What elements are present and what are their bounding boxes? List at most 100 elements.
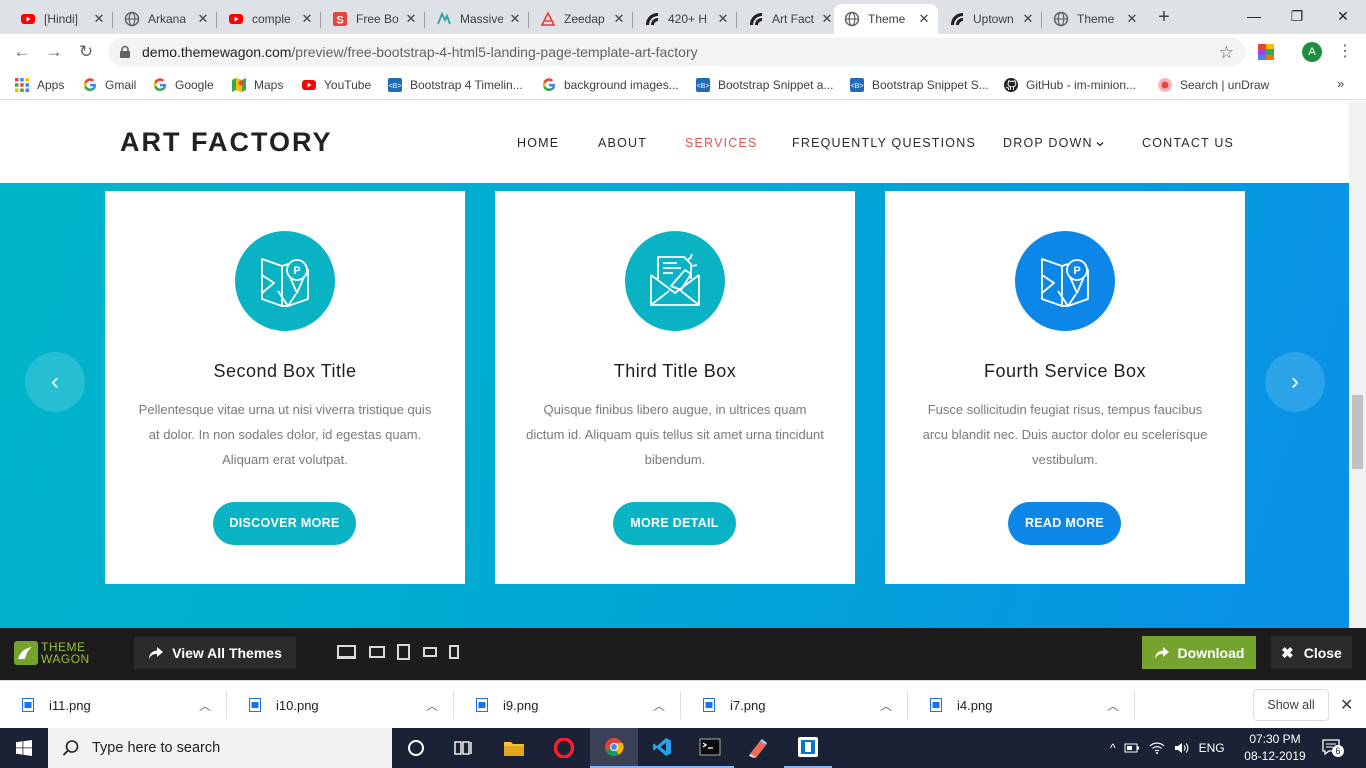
browser-tab[interactable]: 420+ H ✕ — [634, 4, 737, 34]
bookmark-gmail[interactable]: Gmail — [82, 76, 136, 94]
read-more-button[interactable]: READ MORE — [1008, 502, 1121, 545]
close-tab-icon[interactable]: ✕ — [195, 11, 211, 27]
browser-tab[interactable]: Art Fact ✕ — [738, 4, 841, 34]
bookmark-github[interactable]: GitHub - im-minion... — [1003, 76, 1136, 94]
scrollbar-thumb[interactable] — [1352, 395, 1363, 469]
download-item[interactable]: i4.png ︿ — [908, 681, 1135, 729]
download-item[interactable]: i7.png ︿ — [681, 681, 908, 729]
download-button[interactable]: Download — [1142, 636, 1256, 669]
terminal-icon[interactable] — [686, 728, 734, 768]
site-logo[interactable]: ART FACTORY — [120, 127, 333, 158]
task-view-icon[interactable] — [440, 728, 488, 768]
color-extension-icon[interactable] — [1258, 44, 1274, 60]
nav-services[interactable]: SERVICES — [685, 136, 758, 150]
close-tab-icon[interactable]: ✕ — [916, 11, 932, 27]
more-detail-button[interactable]: MORE DETAIL — [613, 502, 736, 545]
bookmark-google[interactable]: Google — [152, 76, 214, 94]
discover-more-button[interactable]: DISCOVER MORE — [213, 502, 356, 545]
profile-avatar[interactable]: A — [1302, 42, 1322, 62]
close-tab-icon[interactable]: ✕ — [91, 11, 107, 27]
nav-home[interactable]: HOME — [517, 136, 559, 150]
laptop-view-icon[interactable] — [369, 646, 385, 658]
paint-app-icon[interactable] — [734, 728, 782, 768]
close-tab-icon[interactable]: ✕ — [403, 11, 419, 27]
browser-menu-icon[interactable]: ⋮ — [1337, 42, 1353, 62]
chevron-up-icon[interactable]: ︿ — [653, 697, 665, 714]
browser-tab[interactable]: [Hindi] ✕ — [10, 4, 113, 34]
battery-icon[interactable] — [1124, 742, 1140, 754]
address-bar[interactable]: demo.themewagon.com/preview/free-bootstr… — [108, 38, 1246, 66]
bookmark-background-images[interactable]: background images... — [541, 76, 679, 94]
bookmark-maps[interactable]: Maps — [231, 76, 283, 94]
close-tab-icon[interactable]: ✕ — [611, 11, 627, 27]
close-tab-icon[interactable]: ✕ — [299, 11, 315, 27]
new-tab-plus-icon[interactable]: + — [1155, 7, 1173, 27]
chevron-up-icon[interactable]: ︿ — [199, 697, 211, 714]
close-tab-icon[interactable]: ✕ — [1020, 11, 1036, 27]
action-center-notifications-icon[interactable]: 6 — [1322, 738, 1344, 758]
close-downloads-icon[interactable]: ✕ — [1340, 695, 1353, 715]
taskbar-clock[interactable]: 07:30 PM 08-12-2019 — [1240, 731, 1310, 765]
themewagon-logo[interactable]: THEME WAGON — [14, 641, 90, 665]
mobile-view-icon[interactable] — [449, 645, 459, 659]
browser-tab[interactable]: S Free Bo ✕ — [322, 4, 425, 34]
close-tab-icon[interactable]: ✕ — [1124, 11, 1140, 27]
restore-window-icon[interactable]: ❐ — [1287, 6, 1307, 26]
bookmark-youtube[interactable]: YouTube — [301, 76, 371, 94]
page-scrollbar[interactable] — [1349, 101, 1366, 628]
minimize-window-icon[interactable]: — — [1244, 6, 1264, 26]
reload-icon[interactable]: ↻ — [76, 42, 96, 62]
taskbar-search-box[interactable]: Type here to search — [48, 728, 392, 768]
close-tab-icon[interactable]: ✕ — [819, 11, 835, 27]
close-window-icon[interactable]: ✕ — [1333, 6, 1353, 26]
view-all-themes-button[interactable]: View All Themes — [134, 637, 296, 669]
file-explorer-icon[interactable] — [490, 728, 538, 768]
desktop-view-icon[interactable] — [337, 645, 356, 659]
bookmark-apps[interactable]: Apps — [14, 76, 64, 94]
tablet-view-icon[interactable] — [397, 644, 410, 660]
nav-about[interactable]: ABOUT — [598, 136, 647, 150]
carousel-prev-button[interactable]: ‹ — [25, 352, 85, 412]
show-all-downloads-button[interactable]: Show all — [1253, 689, 1329, 721]
bookmark-star-icon[interactable]: ☆ — [1219, 43, 1234, 63]
browser-tab[interactable]: Arkana ✕ — [114, 4, 217, 34]
system-tray: ^ ENG — [1110, 728, 1225, 768]
bookmark-bootstrap-timeline[interactable]: <B> Bootstrap 4 Timelin... — [387, 76, 523, 94]
vscode-icon[interactable] — [638, 728, 686, 768]
opera-icon[interactable] — [540, 728, 588, 768]
bookmark-bootstrap-snippet-a[interactable]: <B> Bootstrap Snippet a... — [695, 76, 833, 94]
wifi-icon[interactable] — [1149, 741, 1165, 755]
browser-tab[interactable]: comple ✕ — [218, 4, 321, 34]
app-window-icon[interactable] — [784, 728, 832, 768]
browser-tab[interactable]: Zeedap ✕ — [530, 4, 633, 34]
cortana-icon[interactable] — [392, 728, 440, 768]
nav-frequently-questions[interactable]: FREQUENTLY QUESTIONS — [792, 136, 976, 150]
carousel-next-button[interactable]: › — [1265, 352, 1325, 412]
forward-arrow-icon[interactable]: → — [44, 42, 64, 62]
tablet-landscape-view-icon[interactable] — [423, 647, 437, 657]
chevron-up-icon[interactable]: ︿ — [880, 697, 892, 714]
download-item[interactable]: i11.png ︿ — [0, 681, 227, 729]
close-tab-icon[interactable]: ✕ — [507, 11, 523, 27]
volume-icon[interactable] — [1174, 741, 1190, 755]
nav-drop-down[interactable]: DROP DOWN — [1003, 136, 1093, 150]
back-arrow-icon[interactable]: ← — [12, 42, 32, 62]
bookmark-bootstrap-snippet-s[interactable]: <B> Bootstrap Snippet S... — [849, 76, 989, 94]
chevron-up-icon[interactable]: ︿ — [1107, 697, 1119, 714]
download-item[interactable]: i10.png ︿ — [227, 681, 454, 729]
close-tab-icon[interactable]: ✕ — [715, 11, 731, 27]
download-item[interactable]: i9.png ︿ — [454, 681, 681, 729]
bookmarks-overflow-icon[interactable]: » — [1337, 76, 1344, 91]
browser-tab-active[interactable]: Theme ✕ — [834, 4, 938, 34]
language-indicator[interactable]: ENG — [1199, 741, 1225, 755]
browser-tab[interactable]: Massive ✕ — [426, 4, 529, 34]
browser-tab[interactable]: Theme ✕ — [1043, 4, 1146, 34]
nav-contact-us[interactable]: CONTACT US — [1142, 136, 1234, 150]
close-preview-button[interactable]: ✖ Close — [1271, 636, 1352, 669]
windows-start-button[interactable] — [0, 728, 48, 768]
bookmark-undraw[interactable]: Search | unDraw — [1157, 76, 1269, 94]
chrome-icon[interactable] — [590, 728, 638, 768]
chevron-up-icon[interactable]: ^ — [1110, 741, 1116, 755]
chevron-up-icon[interactable]: ︿ — [426, 697, 438, 714]
browser-tab[interactable]: Uptown ✕ — [939, 4, 1042, 34]
